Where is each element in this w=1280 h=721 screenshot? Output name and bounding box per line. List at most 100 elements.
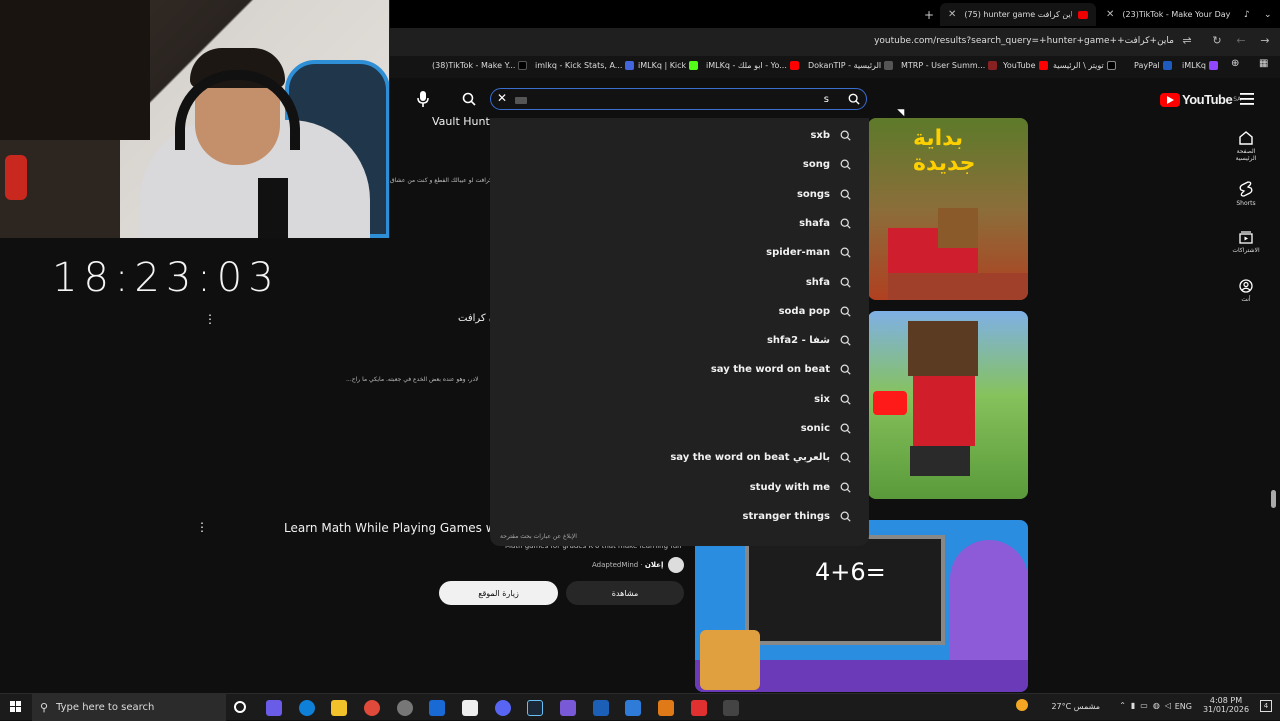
suggestion-item[interactable]: sonic bbox=[801, 414, 851, 443]
mail-icon[interactable] bbox=[429, 700, 445, 716]
language-indicator[interactable]: ENG bbox=[1175, 702, 1192, 711]
suggestion-item[interactable]: shfa bbox=[806, 268, 851, 297]
suggestion-label: sonic bbox=[800, 423, 830, 434]
app-icon[interactable] bbox=[658, 700, 674, 716]
weather-sun-icon bbox=[1016, 699, 1028, 711]
bookmark-item[interactable]: iMLKq bbox=[1182, 61, 1218, 70]
back-icon[interactable]: ← bbox=[1234, 34, 1248, 48]
suggestion-item[interactable]: stranger things bbox=[743, 502, 851, 531]
video-thumbnail[interactable]: بداية جديدة bbox=[868, 118, 1028, 300]
search-icon[interactable] bbox=[462, 92, 476, 106]
avatar[interactable] bbox=[668, 557, 684, 573]
more-options-icon[interactable]: ⋮ bbox=[204, 312, 216, 326]
bookmark-item[interactable]: تويتر \ الرئيسية bbox=[1053, 61, 1116, 70]
suggestion-item[interactable]: six bbox=[814, 385, 851, 414]
clock-area[interactable]: 4:08 PM 31/01/2026 bbox=[1202, 696, 1250, 714]
bookmark-item[interactable]: MTRP - User Summ... bbox=[901, 61, 998, 70]
bookmark-label: (38)TikTok - Make Y... bbox=[432, 61, 516, 70]
search-icon[interactable] bbox=[848, 93, 860, 105]
tab-tiktok[interactable]: ✕ (23)TikTok - Make Your Day bbox=[1098, 3, 1234, 26]
suggestion-label: songs bbox=[796, 188, 830, 200]
copilot-icon[interactable] bbox=[266, 700, 282, 716]
sidebar-item-shorts[interactable]: Shorts bbox=[1228, 181, 1264, 207]
app-icon[interactable] bbox=[462, 700, 478, 716]
search-box[interactable]: ✕ bbox=[490, 88, 867, 110]
taskbar-date: 31/01/2026 bbox=[1202, 705, 1250, 714]
edge-icon[interactable] bbox=[299, 700, 315, 716]
suggestion-item[interactable]: song bbox=[803, 150, 851, 179]
mic-icon[interactable] bbox=[417, 91, 429, 107]
taskbar-search[interactable]: ⚲ Type here to search bbox=[32, 694, 226, 721]
character-head bbox=[908, 321, 978, 376]
clear-search-icon[interactable]: ✕ bbox=[497, 91, 507, 105]
suggestion-item[interactable]: say the word on beat bbox=[711, 355, 851, 384]
ad-title[interactable]: Learn Math While Playing Games with bbox=[284, 521, 511, 535]
bookmark-item[interactable]: (38)TikTok - Make Y... bbox=[432, 61, 528, 70]
suggestion-item[interactable]: soda pop bbox=[779, 297, 851, 326]
bookmark-label: iMLKq bbox=[1182, 61, 1206, 70]
tab-youtube[interactable]: ✕ (75) hunter game ماين كرافت - Y bbox=[940, 3, 1096, 26]
discord-icon[interactable] bbox=[495, 700, 511, 716]
cortana-icon[interactable] bbox=[234, 701, 246, 713]
app-icon[interactable] bbox=[593, 700, 609, 716]
suggestion-item[interactable]: study with me bbox=[750, 473, 851, 502]
suggestion-label: stranger things bbox=[742, 510, 830, 522]
app-icon[interactable] bbox=[625, 700, 641, 716]
chevron-down-icon[interactable]: ⌄ bbox=[1256, 3, 1280, 26]
sidebar-item-home[interactable]: الصفحة الرئيسية bbox=[1228, 131, 1264, 162]
steam-icon[interactable] bbox=[527, 700, 543, 716]
office-icon[interactable] bbox=[560, 700, 576, 716]
visit-site-button[interactable]: زيارة الموقع bbox=[439, 581, 558, 605]
search-icon bbox=[840, 482, 851, 493]
youtube-logo[interactable]: YouTube SA bbox=[1160, 92, 1241, 107]
bookmark-item[interactable]: DokanTIP - الرئيسية bbox=[808, 61, 894, 70]
sidebar-item-subscriptions[interactable]: الاشتراكات bbox=[1228, 230, 1264, 254]
sidebar-item-you[interactable]: أنت bbox=[1228, 279, 1264, 303]
obs-icon[interactable] bbox=[397, 700, 413, 716]
tray-icons[interactable]: ⌃▮▭◍◁ bbox=[1119, 701, 1176, 710]
weather-text[interactable]: 27°C مشمس bbox=[1051, 702, 1100, 711]
close-icon[interactable]: ✕ bbox=[948, 9, 956, 20]
bookmark-item[interactable]: PayPal bbox=[1134, 61, 1172, 70]
dokantip-icon bbox=[884, 61, 894, 70]
scrollbar-thumb[interactable] bbox=[1271, 490, 1276, 508]
windows-start-icon[interactable] bbox=[10, 701, 22, 713]
bookmark-item[interactable]: YouTube bbox=[1003, 61, 1048, 70]
file-explorer-icon[interactable] bbox=[331, 700, 347, 716]
thumbnail-text: بداية جديدة bbox=[913, 126, 976, 176]
taskbar-time: 4:08 PM bbox=[1209, 696, 1243, 705]
new-tab-button[interactable]: + bbox=[916, 3, 942, 26]
app-icon[interactable] bbox=[723, 700, 739, 716]
video-title[interactable]: Vault Hunt bbox=[432, 115, 490, 128]
video-thumbnail[interactable] bbox=[868, 311, 1028, 499]
notification-icon[interactable]: 4 bbox=[1260, 700, 1272, 712]
reload-icon[interactable]: ↻ bbox=[1210, 34, 1224, 48]
suggestion-item[interactable]: spider-man bbox=[766, 238, 851, 267]
suggestion-item[interactable]: shfa2 - شفا bbox=[767, 326, 851, 355]
search-input[interactable] bbox=[511, 91, 831, 107]
grid-icon[interactable]: ▦ bbox=[1259, 58, 1268, 69]
suggestion-item[interactable]: sxb bbox=[810, 121, 851, 150]
app-icon[interactable] bbox=[691, 700, 707, 716]
menu-icon[interactable] bbox=[1240, 93, 1254, 105]
chrome-icon[interactable] bbox=[364, 700, 380, 716]
forward-icon[interactable]: → bbox=[1258, 34, 1272, 48]
character-legs bbox=[910, 446, 970, 476]
watch-button[interactable]: مشاهدة bbox=[566, 581, 684, 605]
bookmarks-bar: (38)TikTok - Make Y... imlkq - Kick Stat… bbox=[390, 56, 1280, 78]
more-options-icon[interactable]: ⋮ bbox=[196, 520, 208, 534]
bookmark-item[interactable]: iMLKq | Kick bbox=[638, 61, 699, 70]
bookmark-item[interactable]: imlkq - Kick Stats, A... bbox=[535, 61, 635, 70]
report-suggestions-link[interactable]: الإبلاغ عن عبارات بحث مقترحة bbox=[500, 533, 577, 540]
suggestion-item[interactable]: shafa bbox=[799, 209, 851, 238]
globe-icon[interactable]: ⊕ bbox=[1231, 58, 1239, 69]
bookmark-item[interactable]: iMLKq - ابو ملك - Yo... bbox=[706, 61, 799, 70]
sidebar-item-label: Shorts bbox=[1236, 200, 1256, 207]
tune-icon[interactable]: ⇌ bbox=[1180, 34, 1194, 48]
suggestion-item[interactable]: songs bbox=[797, 180, 851, 209]
suggestion-item[interactable]: say the word on beat بالعربي bbox=[670, 443, 851, 472]
browser-tab-strip: + ✕ (75) hunter game ماين كرافت - Y ✕ (2… bbox=[390, 0, 1280, 28]
suggestion-label: shfa bbox=[805, 276, 830, 288]
close-icon[interactable]: ✕ bbox=[1106, 9, 1114, 20]
url-field[interactable]: youtube.com/results?search_query=+hunter… bbox=[874, 36, 1174, 46]
